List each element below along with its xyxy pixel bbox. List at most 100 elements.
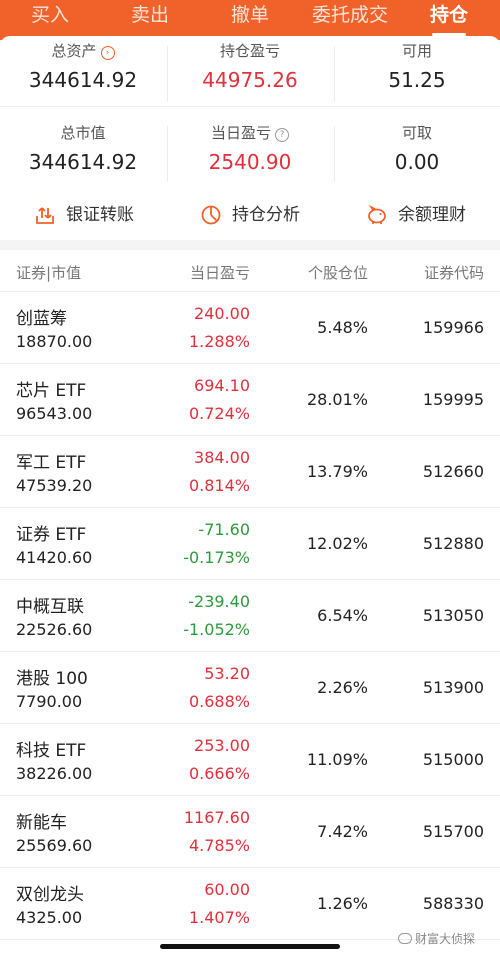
total-assets-label: 总资产 [51,42,97,60]
total-assets-cell[interactable]: 总资产 › 344614.92 [0,40,166,94]
market-value: 22526.60 [16,620,93,639]
daily-pnl-percent: 4.785% [188,836,250,855]
daily-pnl: 240.00 [194,304,250,323]
market-value: 96543.00 [16,404,93,423]
header-market-value[interactable]: 市值 [51,264,81,282]
daily-pnl-percent: 0.724% [188,404,250,423]
column-divider [334,126,335,182]
market-value-label: 总市值 [60,124,106,142]
holding-pnl-value: 44975.26 [202,68,298,92]
daily-pnl: 60.00 [204,880,250,899]
security-code: 159995 [422,390,484,409]
column-divider [167,126,168,182]
tab-orders-fills[interactable]: 委托成交 [300,0,400,36]
holding-pnl-label: 持仓盈亏 [219,42,280,60]
position-ratio: 12.02% [306,534,368,553]
daily-pnl-percent: 1.407% [188,908,250,927]
bank-transfer-label: 银证转账 [66,205,134,225]
daily-pnl-label: 当日盈亏 [210,124,271,142]
summary-divider [0,106,500,107]
table-row[interactable]: 芯片 ETF 96543.00 694.10 0.724% 28.01% 159995 [0,364,500,436]
column-divider [167,46,168,102]
available-cell: 可用 51.25 [334,40,500,94]
security-name: 双创龙头 [16,885,84,905]
holding-analysis-label: 持仓分析 [232,205,300,225]
holding-analysis-button[interactable]: 持仓分析 [200,202,330,228]
withdrawable-value: 0.00 [394,150,440,174]
tab-holdings[interactable]: 持仓 [419,0,479,36]
watermark: 财富大侦探 [398,930,475,947]
daily-pnl: -71.60 [198,520,250,539]
tab-cancel-order[interactable]: 撤单 [220,0,280,36]
holding-pnl-cell: 持仓盈亏 44975.26 [167,40,333,94]
holdings-screen: 买入 卖出 撤单 委托成交 持仓 总资产 › 344614.92 持仓盈亏 449… [0,0,500,961]
position-ratio: 2.26% [317,678,368,697]
position-ratio: 6.54% [317,606,368,625]
table-row[interactable]: 科技 ETF 38226.00 253.00 0.666% 11.09% 515000 [0,724,500,796]
daily-pnl-percent: 0.814% [188,476,250,495]
security-name: 港股 100 [16,669,88,689]
security-code: 512660 [422,462,484,481]
table-row[interactable]: 港股 100 7790.00 53.20 0.688% 2.26% 513900 [0,652,500,724]
table-row[interactable]: 创蓝筹 18870.00 240.00 1.288% 5.48% 159966 [0,292,500,364]
security-code: 515700 [422,822,484,841]
daily-pnl: 384.00 [194,448,250,467]
daily-pnl-percent: -1.052% [183,620,250,639]
security-code: 515000 [422,750,484,769]
daily-pnl-cell: 当日盈亏? 2540.90 [167,122,333,176]
holdings-table: 证券|市值 当日盈亏 个股仓位 证券代码 创蓝筹 18870.00 240.00 1.… [0,250,500,961]
market-value: 38226.00 [16,764,93,783]
tab-buy[interactable]: 买入 [20,0,80,36]
daily-pnl: -239.40 [188,592,250,611]
security-name: 芯片 ETF [16,381,87,401]
withdrawable-label: 可取 [401,124,432,142]
position-ratio: 7.42% [317,822,368,841]
security-code: 513050 [422,606,484,625]
table-row[interactable]: 军工 ETF 47539.20 384.00 0.814% 13.79% 512660 [0,436,500,508]
header-position[interactable]: 个股仓位 [308,262,368,283]
daily-pnl: 53.20 [204,664,250,683]
chevron-circle-icon[interactable]: › [100,46,115,60]
home-indicator [160,944,340,949]
position-ratio: 5.48% [317,318,368,337]
header-security[interactable]: 证券 [16,264,46,282]
market-value-value: 344614.92 [28,150,138,174]
market-value: 18870.00 [16,332,93,351]
balance-wealth-label: 余额理财 [398,205,466,225]
question-circle-icon[interactable]: ? [275,128,289,142]
balance-wealth-button[interactable]: 余额理财 [366,202,496,228]
pie-chart-icon [201,205,221,225]
market-value: 4325.00 [16,908,83,927]
trade-tab-bar: 买入 卖出 撤单 委托成交 持仓 [0,0,500,40]
upload-transfer-icon [36,207,54,224]
header-daily-pnl[interactable]: 当日盈亏 [190,262,250,283]
daily-pnl-value: 2540.90 [208,150,292,174]
market-value-cell: 总市值 344614.92 [0,122,166,176]
account-summary: 总资产 › 344614.92 持仓盈亏 44975.26 可用 51.25 总市… [0,36,500,190]
available-label: 可用 [401,42,432,60]
position-ratio: 11.09% [306,750,368,769]
quick-actions: 银证转账 持仓分析 余额理财 [0,190,500,240]
daily-pnl-percent: 0.688% [188,692,250,711]
security-name: 军工 ETF [16,453,87,473]
table-row[interactable]: 新能车 25569.60 1167.60 4.785% 7.42% 515700 [0,796,500,868]
table-row[interactable]: 证券 ETF 41420.60 -71.60 -0.173% 12.02% 512880 [0,508,500,580]
security-code: 159966 [422,318,484,337]
tab-sell[interactable]: 卖出 [120,0,180,36]
wechat-icon [398,933,412,944]
position-ratio: 28.01% [306,390,368,409]
security-name: 证券 ETF [16,525,87,545]
bank-transfer-button[interactable]: 银证转账 [34,202,164,228]
daily-pnl-percent: 0.666% [188,764,250,783]
security-code: 513900 [422,678,484,697]
header-code[interactable]: 证券代码 [424,262,484,283]
daily-pnl: 1167.60 [183,808,250,827]
security-name: 新能车 [16,813,67,833]
security-code: 588330 [422,894,484,913]
security-name: 中概互联 [16,597,84,617]
security-name: 创蓝筹 [16,309,67,329]
table-header: 证券|市值 当日盈亏 个股仓位 证券代码 [0,250,500,292]
table-row[interactable]: 中概互联 22526.60 -239.40 -1.052% 6.54% 513050 [0,580,500,652]
column-divider [334,46,335,102]
daily-pnl: 694.10 [194,376,250,395]
